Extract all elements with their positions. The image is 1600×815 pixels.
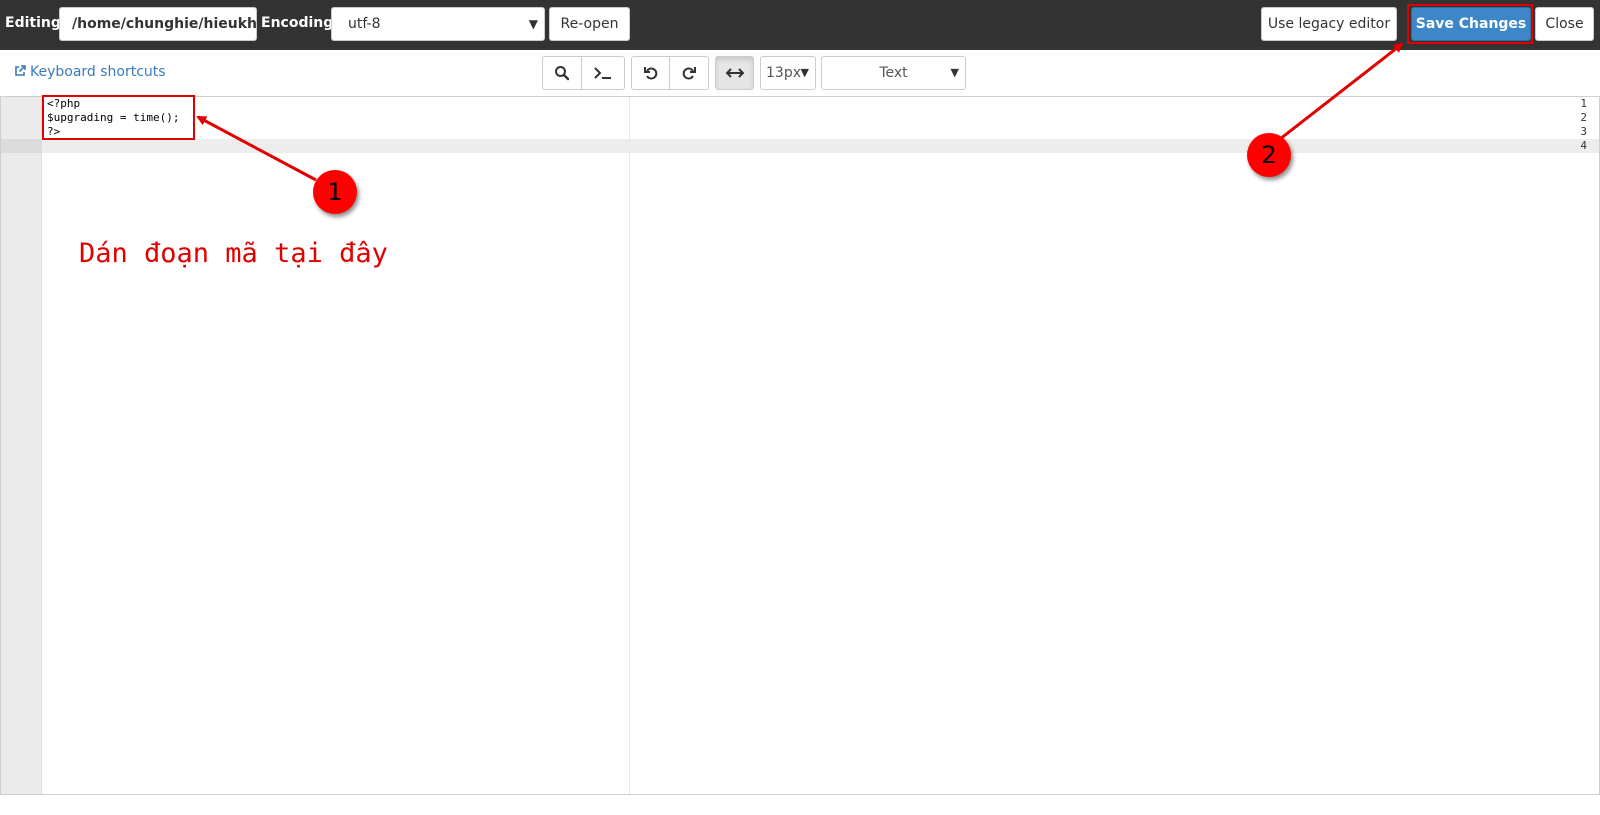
wrap-icon [725,68,744,78]
line-number: 3 [1580,125,1587,138]
encoding-select[interactable]: utf-8 ▼ [331,7,545,41]
editing-label: Editing: [5,15,67,31]
step-1-badge: 1 [313,170,357,214]
chevron-down-icon: ▼ [528,17,538,31]
editor-header: Editing: /home/chunghie/hieukh Encoding:… [0,0,1600,50]
keyboard-shortcuts-label: Keyboard shortcuts [30,64,166,80]
code-editor[interactable]: 1 2 3 4 <?php $upgrading = time(); ?> [0,96,1600,795]
goto-line-button[interactable] [581,56,625,90]
chevron-down-icon: ▼ [950,66,959,79]
keyboard-shortcuts-link[interactable]: Keyboard shortcuts [14,64,166,80]
external-link-icon [15,65,26,76]
use-legacy-editor-button[interactable]: Use legacy editor [1261,7,1397,41]
close-button[interactable]: Close [1535,7,1594,41]
encoding-label: Encoding: [261,15,339,31]
redo-button[interactable] [669,56,709,90]
line-number: 4 [1580,139,1587,152]
file-editor-page: Editing: /home/chunghie/hieukh Encoding:… [0,0,1600,815]
undo-icon [643,67,657,80]
encoding-value: utf-8 [348,16,381,32]
font-size-value: 13px [766,65,801,81]
terminal-icon [594,67,611,79]
chevron-down-icon: ▼ [800,66,809,79]
active-line-highlight [42,139,1599,153]
print-margin [629,97,630,794]
line-number-gutter [1,97,42,794]
search-icon [555,66,570,81]
active-line-gutter [1,139,42,153]
code-highlight-box [42,95,195,140]
font-size-select[interactable]: 13px ▼ [760,56,816,90]
undo-button[interactable] [631,56,670,90]
search-button[interactable] [542,56,582,90]
save-highlight-box [1407,4,1533,44]
mode-select[interactable]: Text ▼ [821,56,966,90]
mode-value: Text [879,65,908,81]
line-number: 2 [1580,111,1587,124]
file-path-field[interactable]: /home/chunghie/hieukh [59,7,257,41]
step-2-badge: 2 [1247,133,1291,177]
wrap-toggle-button[interactable] [715,56,754,90]
reopen-button[interactable]: Re-open [549,7,630,41]
redo-icon [682,67,696,80]
paste-code-hint: Dán đoạn mã tại đây [79,238,388,269]
line-number: 1 [1580,97,1587,110]
